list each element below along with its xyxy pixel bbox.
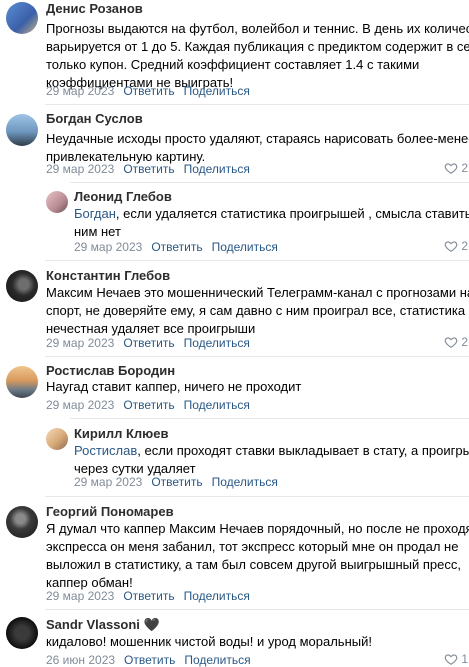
comment-line: спорт, не доверяйте ему, я сам давно с н… [46, 303, 466, 318]
avatar[interactable] [46, 428, 68, 450]
comment-author[interactable]: Денис Розанов [46, 1, 143, 16]
comment-author[interactable]: Ростислав Бородин [46, 363, 175, 378]
like-button[interactable]: 2 [444, 335, 468, 349]
comment-text: Неудачные исходы просто удаляют, стараяс… [46, 130, 469, 166]
comment-date[interactable]: 29 мар 2023 [46, 84, 114, 98]
share-button[interactable]: Поделиться [184, 398, 250, 412]
comment-meta: 29 мар 2023 Ответить Поделиться [46, 398, 259, 412]
comment-author[interactable]: Sandr Vlassoni 🖤 [46, 617, 160, 633]
divider [45, 260, 469, 261]
avatar[interactable] [6, 114, 38, 146]
heart-icon [444, 241, 458, 252]
comment-date[interactable]: 29 мар 2023 [46, 398, 114, 412]
like-count: 2 [461, 239, 468, 253]
avatar[interactable] [6, 2, 38, 34]
comment-author[interactable]: Леонид Глебов [74, 189, 172, 204]
reply-button[interactable]: Ответить [151, 475, 202, 489]
comment-line: только купон. Средний коэффициент состав… [46, 57, 420, 72]
author-name: Sandr Vlassoni [46, 617, 140, 632]
share-button[interactable]: Поделиться [212, 475, 278, 489]
comment-line: Богдан, если удаляется статистика проигр… [74, 205, 469, 223]
comment-line: Ростислав, если проходят ставки выкладыв… [74, 442, 469, 460]
comment-text: Я думал что каппер Максим Нечаев порядоч… [46, 520, 469, 592]
divider [70, 182, 469, 183]
comment-line: Наугад ставит каппер, ничего не проходит [46, 379, 302, 394]
divider [70, 418, 469, 419]
share-button[interactable]: Поделиться [184, 84, 250, 98]
divider [45, 104, 469, 105]
reply-button[interactable]: Ответить [123, 162, 174, 176]
comment-text: Прогнозы выдаются на футбол, волейбол и … [46, 20, 469, 92]
reply-button[interactable]: Ответить [124, 653, 175, 667]
comment-line: Я думал что каппер Максим Нечаев порядоч… [46, 521, 469, 536]
comment-meta: 29 мар 2023 Ответить Поделиться [46, 162, 259, 176]
heart-icon [444, 337, 458, 348]
black-heart-icon: 🖤 [143, 617, 160, 632]
comment-meta: 29 мар 2023 Ответить Поделиться [46, 589, 259, 603]
like-count: 2 [461, 335, 468, 349]
comment-line: Максим Нечаев это мошеннический Телеграм… [46, 285, 469, 300]
reply-button[interactable]: Ответить [123, 84, 174, 98]
like-button[interactable]: 2 [444, 161, 468, 175]
comment-line-text: , если проходят ставки выкладывает в ста… [137, 443, 469, 458]
reply-button[interactable]: Ответить [151, 240, 202, 254]
divider [45, 496, 469, 497]
avatar[interactable] [6, 270, 38, 302]
comment-line: ним нет [74, 224, 121, 239]
avatar[interactable] [6, 506, 38, 538]
comment-line: выложил в статистику, а там был совсем д… [46, 557, 462, 572]
heart-icon [444, 163, 458, 174]
avatar[interactable] [46, 191, 68, 213]
like-button[interactable]: 1 [444, 652, 468, 666]
share-button[interactable]: Поделиться [184, 336, 250, 350]
comment-line-text: , если удаляется статистика проигрышей ,… [115, 206, 469, 221]
comment-date[interactable]: 29 мар 2023 [46, 336, 114, 350]
comment-text: кидалово! мошенник чистой воды! и урод м… [46, 633, 372, 651]
share-button[interactable]: Поделиться [184, 162, 250, 176]
like-count: 2 [461, 161, 468, 175]
comment-text: Ростислав, если проходят ставки выкладыв… [74, 442, 469, 478]
comment-meta: 29 мар 2023 Ответить Поделиться [74, 240, 287, 254]
share-button[interactable]: Поделиться [184, 653, 250, 667]
like-count: 1 [461, 652, 468, 666]
share-button[interactable]: Поделиться [212, 240, 278, 254]
comment-line: Прогнозы выдаются на футбол, волейбол и … [46, 21, 469, 36]
avatar[interactable] [6, 617, 38, 649]
comment-text: Наугад ставит каппер, ничего не проходит [46, 378, 301, 396]
like-button[interactable]: 2 [444, 239, 468, 253]
comment-date[interactable]: 29 мар 2023 [46, 589, 114, 603]
comment-author[interactable]: Константин Глебов [46, 268, 170, 283]
comment-text: Богдан, если удаляется статистика проигр… [74, 205, 469, 241]
share-button[interactable]: Поделиться [184, 589, 250, 603]
comment-meta: 26 июн 2023 Ответить Поделиться [46, 653, 260, 667]
comment-author[interactable]: Кирилл Клюев [74, 426, 169, 441]
reply-button[interactable]: Ответить [123, 589, 174, 603]
comment-text: Максим Нечаев это мошеннический Телеграм… [46, 284, 469, 338]
divider [45, 356, 469, 357]
comment-date[interactable]: 26 июн 2023 [46, 653, 115, 667]
mention-link[interactable]: Богдан [74, 206, 116, 221]
reply-button[interactable]: Ответить [123, 336, 174, 350]
comment-date[interactable]: 29 мар 2023 [46, 162, 114, 176]
comment-author[interactable]: Богдан Суслов [46, 111, 143, 126]
avatar[interactable] [6, 366, 38, 398]
comment-date[interactable]: 29 мар 2023 [74, 475, 142, 489]
divider [45, 609, 469, 610]
mention-link[interactable]: Ростислав [74, 443, 137, 458]
comment-meta: 29 мар 2023 Ответить Поделиться [74, 475, 287, 489]
comment-line: кидалово! мошенник чистой воды! и урод м… [46, 634, 372, 649]
comment-line: варьируется от 1 до 5. Каждая публикация… [46, 39, 469, 54]
comment-date[interactable]: 29 мар 2023 [74, 240, 142, 254]
comment-meta: 29 мар 2023 Ответить Поделиться [46, 84, 259, 98]
reply-button[interactable]: Ответить [123, 398, 174, 412]
comment-author[interactable]: Георгий Пономарев [46, 504, 174, 519]
heart-icon [444, 654, 458, 665]
comment-line: Неудачные исходы просто удаляют, стараяс… [46, 131, 469, 146]
comment-meta: 29 мар 2023 Ответить Поделиться [46, 336, 259, 350]
comment-line: экспресса он меня забанил, тот экспресс … [46, 539, 459, 554]
